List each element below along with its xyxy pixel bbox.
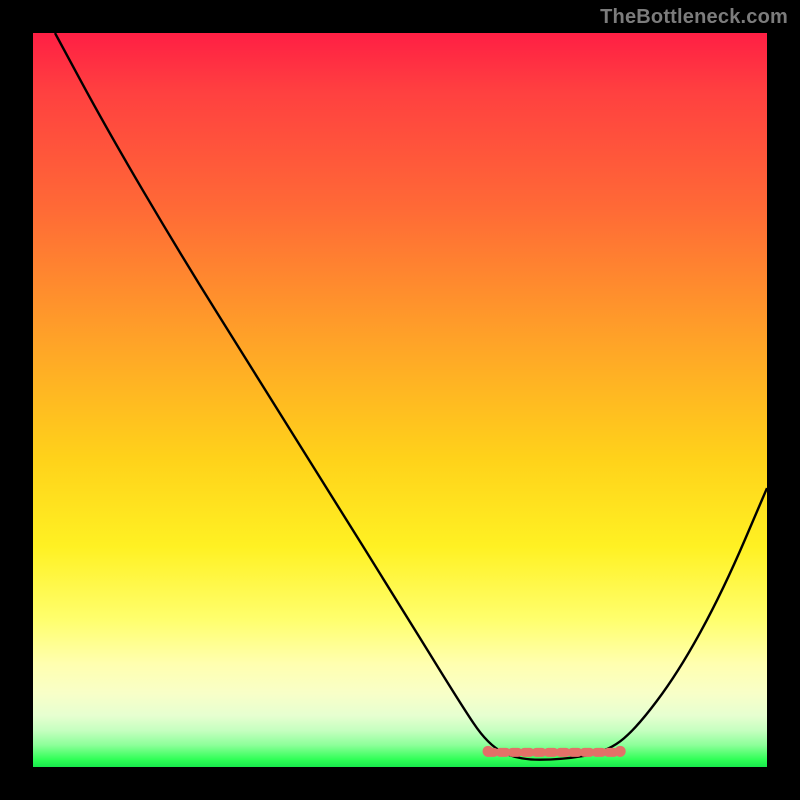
plot-area — [33, 33, 767, 767]
recommended-range-endcap — [615, 746, 626, 757]
curve-svg — [33, 33, 767, 767]
chart-frame: TheBottleneck.com — [0, 0, 800, 800]
bottleneck-curve-path — [55, 33, 767, 760]
recommended-range-marker — [483, 746, 626, 757]
recommended-range-endcap — [483, 746, 494, 757]
watermark-label: TheBottleneck.com — [600, 6, 788, 29]
